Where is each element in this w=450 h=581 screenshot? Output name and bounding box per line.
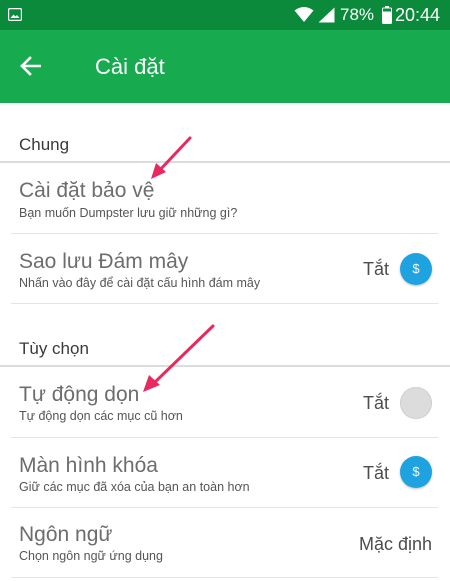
page-title: Cài đặt: [95, 54, 165, 79]
row-divider: [11, 507, 438, 508]
setting-value: Tắt: [363, 393, 390, 413]
setting-subtitle: Nhấn vào đây để cài đặt cấu hình đám mây: [19, 276, 261, 290]
setting-subtitle: Chọn ngôn ngữ ứng dụng: [19, 549, 163, 563]
image-notification-icon: [8, 8, 22, 21]
row-divider: [11, 577, 438, 578]
section-divider: [0, 161, 450, 163]
row-divider: [11, 233, 438, 234]
setting-title: Cài đặt bảo vệ: [19, 179, 155, 202]
row-divider: [11, 437, 438, 438]
signal-icon: [318, 7, 335, 23]
annotation-arrow-icon: [151, 136, 192, 179]
setting-subtitle: Bạn muốn Dumpster lưu giữ những gì?: [19, 206, 238, 220]
setting-title: Màn hình khóa: [19, 454, 158, 477]
clock: 20:44: [395, 5, 441, 25]
dollar-icon: $: [412, 464, 420, 479]
setting-subtitle: Tự động dọn các mục cũ hơn: [19, 409, 183, 423]
setting-title: Ngôn ngữ: [19, 523, 113, 546]
cloud-backup-toggle[interactable]: $: [400, 253, 432, 285]
section-header-general: Chung: [19, 135, 70, 154]
section-divider: [0, 365, 450, 367]
back-arrow-icon[interactable]: [19, 55, 41, 77]
setting-subtitle: Giữ các mục đã xóa của bạn an toàn hơn: [19, 480, 250, 494]
wifi-icon: [294, 7, 314, 22]
row-divider: [11, 303, 438, 304]
setting-value: Mặc định: [359, 534, 433, 554]
battery-icon: [382, 6, 392, 24]
app-bar: Cài đặt: [0, 30, 450, 103]
auto-clean-toggle[interactable]: [400, 387, 432, 419]
status-bar: 78% 20:44: [0, 0, 450, 30]
lock-screen-toggle[interactable]: $: [400, 456, 432, 488]
setting-value: Tắt: [363, 463, 390, 483]
setting-title: Tự động dọn: [19, 383, 140, 406]
battery-percentage: 78%: [340, 5, 375, 24]
section-header-options: Tùy chọn: [19, 339, 89, 358]
setting-title: Sao lưu Đám mây: [19, 250, 189, 273]
setting-value: Tắt: [363, 259, 390, 279]
annotation-arrow-icon: [143, 324, 215, 392]
dollar-icon: $: [412, 261, 420, 276]
